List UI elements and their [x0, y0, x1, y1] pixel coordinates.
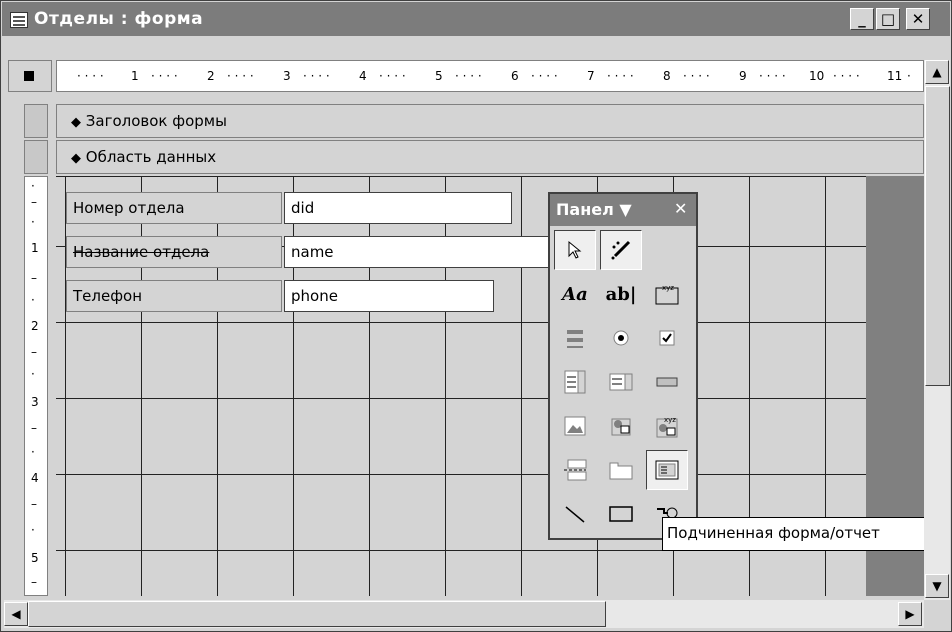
ruler-number: 2 — [207, 69, 215, 83]
ruler-number: 9 — [739, 69, 747, 83]
title-bar[interactable]: Отделы : форма _ □ ✕ — [2, 2, 950, 36]
window-title: Отделы : форма — [34, 9, 204, 29]
form-header-section-bar[interactable]: ◆ Заголовок формы — [56, 104, 924, 138]
ruler-number: 1 — [31, 241, 39, 255]
field-textbox[interactable]: did — [284, 192, 512, 224]
combobox-icon[interactable] — [554, 362, 596, 402]
ruler-number: 7 — [587, 69, 595, 83]
maximize-button[interactable]: □ — [876, 8, 900, 30]
toolbox-title-bar[interactable]: Панел ▼ ✕ — [550, 194, 696, 226]
section-title: Заголовок формы — [85, 112, 227, 130]
svg-text:xyz: xyz — [664, 416, 676, 424]
toolbox-close-icon[interactable]: ✕ — [674, 199, 687, 218]
section-arrow-icon: ◆ — [71, 115, 81, 130]
detail-section-bar[interactable]: ◆ Область данных — [56, 140, 924, 174]
ruler-number: 10 — [809, 69, 825, 83]
ruler-number: 8 — [663, 69, 671, 83]
label-icon[interactable]: Aa — [554, 274, 596, 314]
scroll-right-icon[interactable]: ▶ — [898, 602, 922, 626]
section-arrow-icon: ◆ — [71, 151, 81, 166]
line-icon[interactable] — [554, 494, 596, 534]
ruler-number: 4 — [31, 471, 39, 485]
vertical-ruler[interactable]: · – · 1 – · 2 – · 3 – · 4 – · 5 – — [24, 176, 48, 596]
image-icon[interactable] — [554, 406, 596, 446]
ruler-number: 11 — [887, 69, 903, 83]
scroll-left-icon[interactable]: ◀ — [4, 602, 28, 626]
ruler-number: 4 — [359, 69, 367, 83]
textbox-icon[interactable]: ab| — [600, 274, 642, 314]
close-button[interactable]: ✕ — [906, 8, 930, 30]
horizontal-scroll-thumb[interactable] — [28, 601, 606, 627]
scroll-down-icon[interactable]: ▼ — [925, 574, 949, 598]
control-wizards-icon[interactable] — [600, 230, 642, 270]
scroll-up-icon[interactable]: ▲ — [925, 60, 949, 84]
toggle-button-icon[interactable] — [554, 318, 596, 358]
toolbox-title[interactable]: Панел ▼ — [556, 200, 632, 219]
option-button-icon[interactable] — [600, 318, 642, 358]
listbox-icon[interactable] — [600, 362, 642, 402]
tab-control-icon[interactable] — [600, 450, 642, 490]
detail-section-selector[interactable] — [24, 140, 48, 174]
ruler-number: 3 — [31, 395, 39, 409]
subform-icon[interactable] — [646, 450, 688, 490]
horizontal-ruler[interactable]: · · · · 1 · · · · 2 · · · · 3 · · · · 4 … — [56, 60, 924, 92]
vertical-scroll-thumb[interactable] — [925, 86, 950, 386]
ruler-number: 3 — [283, 69, 291, 83]
form-selector[interactable] — [8, 60, 52, 92]
option-group-icon[interactable]: xyz — [646, 274, 688, 314]
form-icon[interactable] — [10, 12, 28, 28]
rectangle-icon[interactable] — [600, 494, 642, 534]
field-label[interactable]: Название отдела — [66, 236, 282, 268]
select-objects-icon[interactable] — [554, 230, 596, 270]
field-label[interactable]: Телефон — [66, 280, 282, 312]
toolbox-panel[interactable]: Панел ▼ ✕ Aa ab| xyz xyz — [548, 192, 698, 540]
section-title: Область данных — [85, 148, 217, 166]
ruler-number: 1 — [131, 69, 139, 83]
field-textbox[interactable]: name — [284, 236, 548, 268]
svg-text:xyz: xyz — [662, 284, 674, 292]
command-button-icon[interactable] — [646, 362, 688, 402]
header-section-selector[interactable] — [24, 104, 48, 138]
unbound-object-frame-icon[interactable] — [600, 406, 642, 446]
tooltip: Подчиненная форма/отчет — [662, 517, 948, 551]
ruler-number: 5 — [31, 551, 39, 565]
ruler-number: 2 — [31, 319, 39, 333]
page-break-icon[interactable] — [554, 450, 596, 490]
ruler-number: 6 — [511, 69, 519, 83]
field-label[interactable]: Номер отдела — [66, 192, 282, 224]
field-textbox[interactable]: phone — [284, 280, 494, 312]
ruler-number: 5 — [435, 69, 443, 83]
bound-object-frame-icon[interactable]: xyz — [646, 406, 688, 446]
checkbox-icon[interactable] — [646, 318, 688, 358]
minimize-button[interactable]: _ — [850, 8, 874, 30]
